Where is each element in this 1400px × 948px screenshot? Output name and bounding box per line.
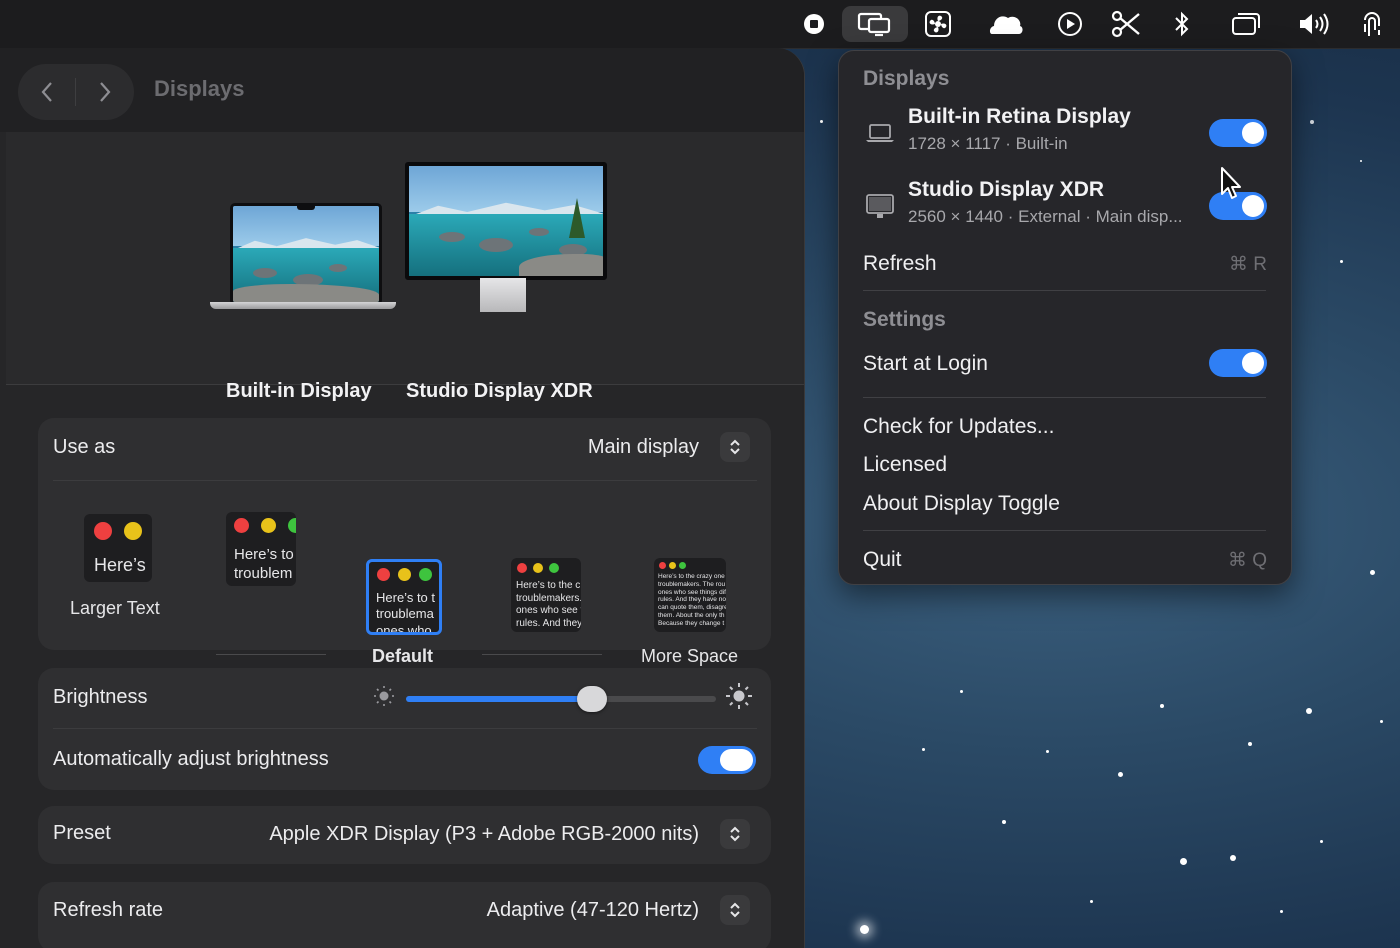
menu-quit[interactable]: Quit: [863, 548, 902, 572]
use-as-label: Use as: [53, 436, 116, 458]
display-arrangement: Built-in Display Studio Display XDR: [6, 132, 804, 468]
page-title: Displays: [154, 76, 245, 101]
display-toggle-menu: Displays Built-in Retina Display 1728 × …: [838, 50, 1292, 585]
resolution-label-more-space: More Space: [641, 646, 739, 666]
quit-shortcut: ⌘ Q: [1227, 550, 1267, 571]
displays-settings-window: Displays Built-in Display Studio Display…: [0, 48, 805, 948]
cloud-icon[interactable]: [984, 6, 1028, 42]
auto-brightness-label: Automatically adjust brightness: [53, 748, 329, 770]
brightness-slider[interactable]: [406, 686, 716, 712]
record-stop-icon[interactable]: [792, 6, 836, 42]
use-as-card: Use as Main display Here’s Larger Text H…: [38, 418, 771, 666]
menu-display-detail: 1728 × 1117 · Built-in: [908, 134, 1068, 153]
refresh-shortcut: ⌘ R: [1229, 254, 1267, 275]
brightness-slider-knob[interactable]: [577, 686, 607, 712]
refresh-rate-card: Refresh rate Adaptive (47-120 Hertz): [38, 882, 771, 948]
forward-button[interactable]: [90, 78, 120, 106]
volume-icon[interactable]: [1292, 6, 1336, 42]
brightness-low-icon: [374, 686, 394, 706]
play-icon[interactable]: [1048, 6, 1092, 42]
preset-label: Preset: [53, 822, 111, 844]
resolution-label-default: Default: [372, 646, 434, 666]
scissors-icon[interactable]: [1104, 6, 1148, 42]
menu-about[interactable]: About Display Toggle: [863, 492, 1060, 516]
preset-value[interactable]: Apple XDR Display (P3 + Adobe RGB-2000 n…: [269, 823, 699, 846]
menu-display-name: Studio Display XDR: [908, 178, 1105, 201]
refresh-rate-value[interactable]: Adaptive (47-120 Hertz): [487, 899, 699, 922]
display-toggle-icon[interactable]: [842, 6, 908, 42]
bluetooth-icon[interactable]: [1160, 6, 1204, 42]
preset-stepper-icon[interactable]: [720, 819, 750, 849]
monitor-icon: [866, 194, 894, 218]
preset-card: Preset Apple XDR Display (P3 + Adobe RGB…: [38, 806, 771, 864]
menu-refresh[interactable]: Refresh: [863, 252, 937, 276]
refresh-rate-label: Refresh rate: [53, 899, 164, 921]
menu-licensed[interactable]: Licensed: [863, 453, 947, 477]
menu-bar: [0, 0, 1400, 49]
resolution-label-larger-text: Larger Text: [70, 598, 160, 618]
builtin-display-label: Built-in Display: [226, 380, 372, 402]
back-button[interactable]: [32, 78, 62, 106]
refresh-rate-stepper-icon[interactable]: [720, 895, 750, 925]
menu-displays-header: Displays: [863, 67, 950, 90]
mouse-cursor-icon: [1221, 167, 1241, 199]
use-as-value[interactable]: Main display: [588, 436, 699, 459]
fan-icon[interactable]: [916, 6, 960, 42]
menu-display-name: Built-in Retina Display: [908, 105, 1131, 128]
brightness-card: Brightness Automatically adjust brightne…: [38, 668, 771, 790]
auto-brightness-toggle[interactable]: [698, 746, 756, 774]
use-as-stepper-icon[interactable]: [720, 432, 750, 462]
window-titlebar: Displays: [0, 48, 804, 132]
menu-display-detail: 2560 × 1440 · External · Main disp...: [908, 207, 1183, 226]
builtin-display-toggle[interactable]: [1209, 119, 1267, 147]
brightness-label: Brightness: [53, 686, 148, 708]
menu-settings-header: Settings: [863, 308, 946, 331]
start-at-login-toggle[interactable]: [1209, 349, 1267, 377]
brightness-high-icon: [726, 683, 752, 709]
navigation-controls: [18, 64, 134, 120]
studio-display-label: Studio Display XDR: [406, 380, 593, 402]
window-stack-icon[interactable]: [1224, 6, 1268, 42]
menu-check-updates[interactable]: Check for Updates...: [863, 415, 1054, 439]
laptop-icon: [866, 124, 894, 142]
menu-start-at-login[interactable]: Start at Login: [863, 352, 988, 376]
fingerprint-icon[interactable]: [1350, 6, 1394, 42]
